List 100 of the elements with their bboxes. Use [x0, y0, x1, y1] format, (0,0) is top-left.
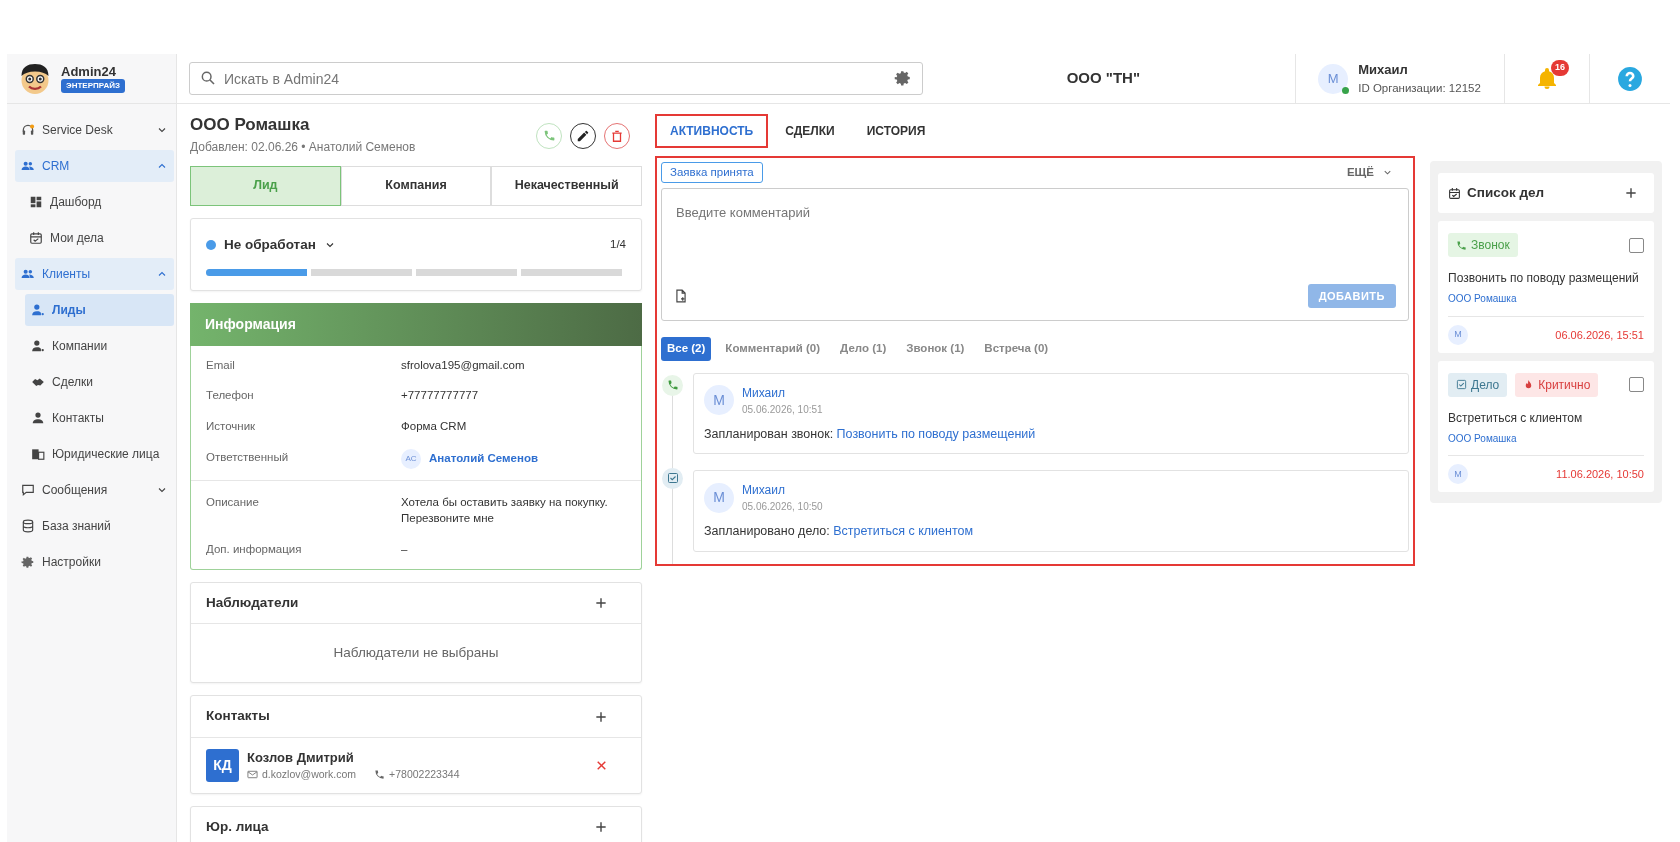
search-field[interactable]: Искать в Admin24: [188, 62, 924, 95]
user-avatar: М: [1318, 63, 1349, 94]
tab[interactable]: АКТИВНОСТЬ: [655, 114, 769, 148]
sidebar-item[interactable]: База знаний: [15, 510, 174, 542]
author-link[interactable]: Михаил: [742, 383, 823, 402]
trash-icon: [610, 128, 624, 143]
filter-tab[interactable]: Дело (1): [834, 337, 893, 361]
assignee-avatar: М: [1448, 464, 1468, 485]
stage-tab[interactable]: Лид: [190, 165, 341, 206]
event-text: Запланировано дело: Встретиться с клиентом: [704, 523, 975, 541]
field-label: Email: [206, 357, 236, 373]
event-time: 05.06.2026, 10:50: [742, 500, 823, 515]
plus-icon: [1624, 186, 1638, 201]
plus-icon: [594, 709, 608, 724]
sidebar-item[interactable]: Дашборд: [23, 186, 174, 218]
stage-tab[interactable]: Компания: [340, 165, 492, 206]
filter-tab[interactable]: Комментарий (0): [719, 337, 827, 361]
empty-state-text: Наблюдатели не выбраны: [332, 644, 500, 663]
type-tag: Дело: [1448, 372, 1508, 397]
mail-icon: [247, 769, 258, 781]
phone-icon: [662, 374, 683, 396]
headset-icon: [21, 123, 35, 137]
field-value: Хотела бы оставить заявку на покупку. Перезвоните мне: [401, 494, 609, 527]
organization-id: ID Организации: 12152: [1358, 80, 1481, 96]
sidebar-item[interactable]: Сообщения: [15, 474, 174, 506]
filter-tab[interactable]: Звонок (1): [900, 337, 971, 361]
event-text: Запланирован звонок: Позвонить по поводу размещений: [704, 425, 1037, 443]
field-label: Доп. информация: [206, 542, 303, 558]
person-icon: [31, 303, 45, 317]
checkbox[interactable]: [1629, 237, 1644, 253]
plus-icon: [594, 596, 608, 611]
task-link[interactable]: Позвонить по поводу размещений: [836, 426, 1036, 441]
sidebar-item[interactable]: Юридические лица: [25, 438, 174, 470]
lead-title: ООО Ромашка: [190, 114, 311, 136]
company-link[interactable]: ООО Ромашка: [1448, 291, 1517, 307]
checkbox-icon: [1456, 379, 1467, 391]
user-name: Михаил: [1358, 61, 1409, 80]
sidebar-item[interactable]: Контакты: [25, 402, 174, 434]
todo-text: Позвонить по поводу размещений: [1448, 270, 1640, 288]
stage-tag: Заявка принята: [661, 162, 763, 184]
people-icon: [21, 159, 35, 173]
sidebar-item[interactable]: Лиды: [25, 294, 174, 326]
sidebar-item[interactable]: Настройки: [15, 546, 174, 578]
people-icon: [21, 267, 35, 281]
section-title: Контакты: [206, 707, 270, 726]
filter-tab[interactable]: Все (2): [661, 337, 712, 361]
task-check-icon: [662, 467, 683, 489]
author-link[interactable]: Михаил: [742, 481, 823, 500]
field-label: Ответственный: [206, 449, 290, 465]
field-value: sfrolova195@gmail.com: [401, 357, 525, 373]
todo-title: Список дел: [1467, 184, 1545, 202]
delete-button[interactable]: [604, 122, 630, 149]
sidebar-item[interactable]: CRM: [15, 150, 174, 182]
event-time: 05.06.2026, 10:51: [742, 402, 823, 417]
person-avatar: АС: [401, 448, 421, 469]
sidebar-item[interactable]: Компании: [25, 330, 174, 362]
attach-file-icon[interactable]: [674, 289, 688, 303]
sidebar-item[interactable]: Сделки: [25, 366, 174, 398]
contact-phone: +78002223344: [389, 767, 460, 783]
person-link[interactable]: Анатолий Семенов: [429, 450, 538, 468]
more-dropdown[interactable]: ЕЩЁ: [1346, 164, 1409, 182]
help-icon[interactable]: [1617, 65, 1643, 92]
filter-tab[interactable]: Встреча (0): [978, 337, 1055, 361]
author-avatar: М: [704, 482, 734, 513]
contact-avatar: КД: [206, 748, 239, 782]
checkbox[interactable]: [1629, 377, 1644, 393]
brand-name: Admin24: [61, 63, 117, 80]
database-icon: [21, 519, 35, 533]
organization-title: ООО "ТН": [1065, 68, 1141, 89]
dashboard-icon: [29, 195, 43, 209]
person-icon: [31, 339, 45, 353]
settings-icon[interactable]: [894, 69, 913, 87]
due-date: 11.06.2026, 10:50: [1556, 467, 1644, 482]
notification-count: 16: [1551, 60, 1570, 76]
field-label: Телефон: [206, 388, 255, 404]
phone-icon: [542, 129, 556, 143]
building-icon: [31, 447, 45, 461]
tab[interactable]: ИСТОРИЯ: [851, 114, 941, 148]
task-link[interactable]: Встретиться с клиентом: [833, 524, 974, 539]
sidebar-item[interactable]: Service Desk: [15, 114, 174, 146]
author-avatar: М: [704, 385, 734, 415]
type-tag: Звонок: [1448, 233, 1518, 258]
todo-text: Встретиться с клиентом: [1448, 409, 1584, 427]
chat-bubble-icon: [21, 483, 35, 497]
company-link[interactable]: ООО Ромашка: [1448, 430, 1517, 446]
stage-tab[interactable]: Некачественный: [491, 165, 642, 206]
lead-meta: Добавлен: 02.06.26 • Анатолий Семенов: [190, 138, 416, 156]
tab[interactable]: СДЕЛКИ: [770, 114, 850, 148]
edit-button[interactable]: [570, 122, 596, 149]
section-title: Наблюдатели: [206, 593, 299, 612]
step-counter: 1/4: [610, 237, 626, 252]
calendar-icon: [29, 231, 43, 245]
field-value: –: [401, 542, 408, 558]
sidebar-item[interactable]: Клиенты: [15, 258, 174, 290]
status-dropdown[interactable]: Не обработан: [224, 234, 336, 255]
field-label: Описание: [206, 494, 260, 510]
phone-icon: [1456, 239, 1467, 251]
contact-name: Козлов Дмитрий: [247, 748, 355, 767]
sidebar-item[interactable]: Мои дела: [23, 222, 174, 254]
settings-icon: [21, 555, 35, 569]
